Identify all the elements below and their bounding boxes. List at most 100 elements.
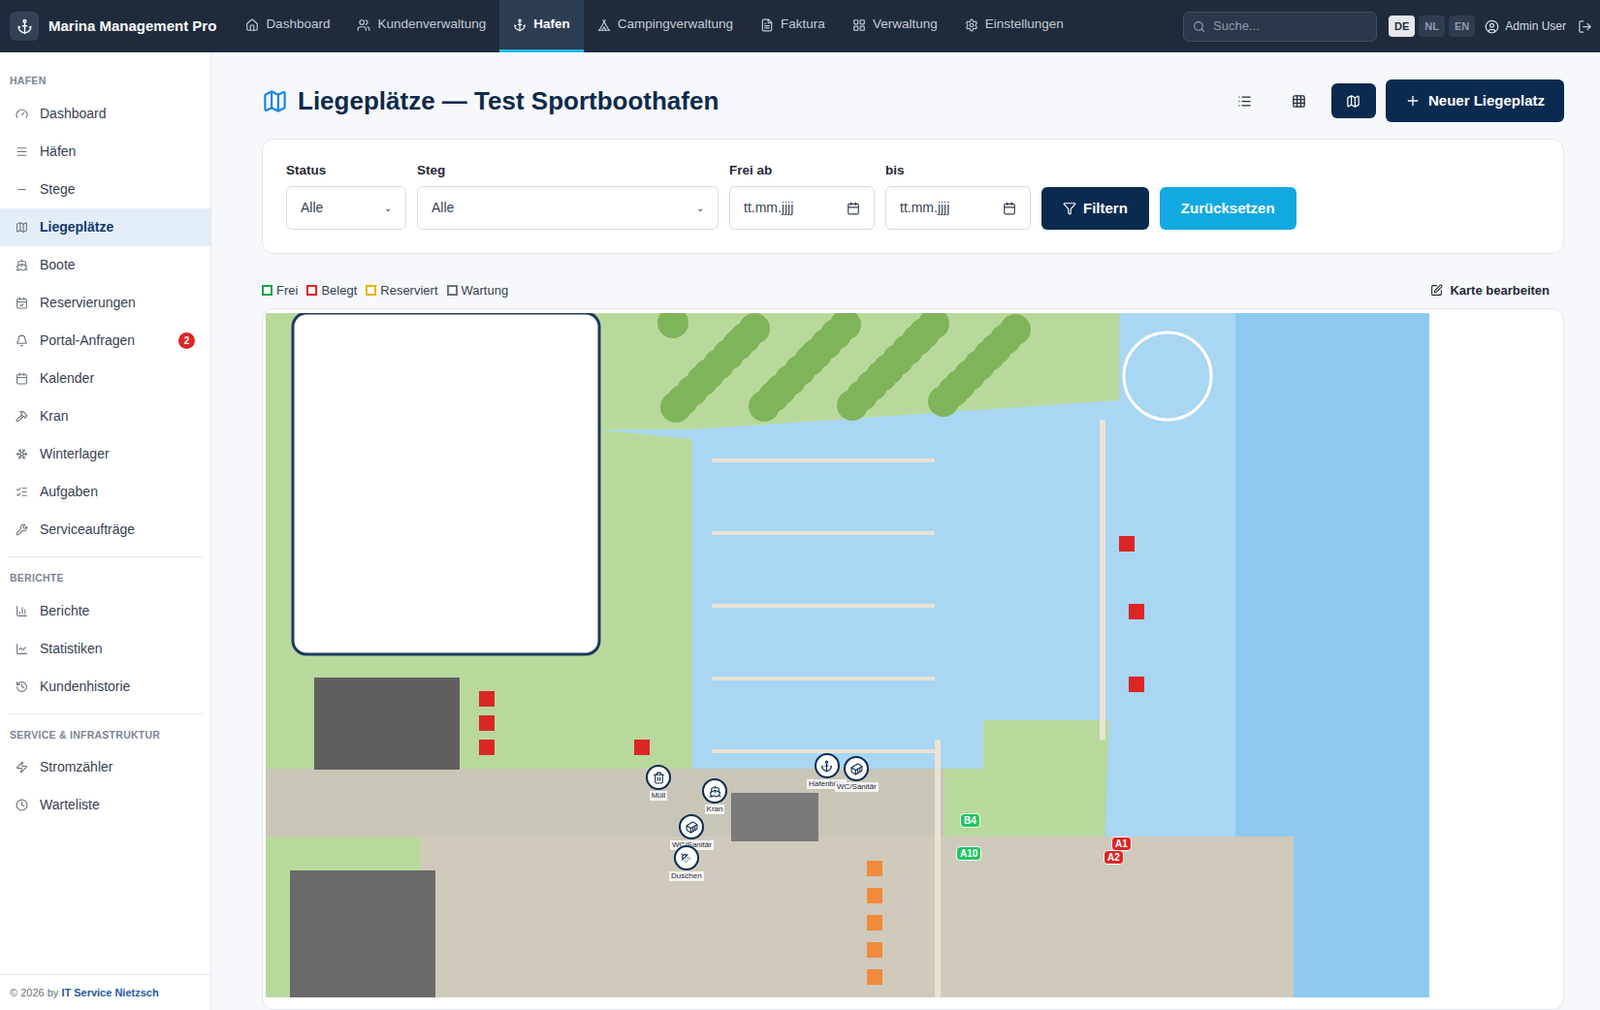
filter-field: Frei abtt.mm.jjjj [729,160,875,230]
language-switch: DENLEN [1388,15,1475,38]
harbor-map-image [265,313,1430,998]
date-input[interactable]: tt.mm.jjjj [729,186,875,230]
chevron-icon: ⌄ [384,200,392,216]
nav-item[interactable]: Hafen [499,0,584,53]
berth-marker[interactable]: A2 [1103,850,1124,865]
legend-swatch [447,285,458,296]
select-input[interactable]: Alle⌄ [416,186,719,230]
legend-item: Frei [261,281,298,301]
filter-field: StatusAlle⌄ [286,160,407,230]
sidebar-item[interactable]: Dashboard [0,95,211,133]
nav-icon [356,18,371,32]
sidebar-item[interactable]: Warteliste [0,786,211,825]
berth-marker[interactable]: B4 [960,813,981,829]
sidebar-item-icon [15,605,29,618]
chevron-icon: ⌄ [696,200,704,216]
wc-icon [685,821,699,834]
sidebar-item[interactable]: Serviceaufträge [0,511,211,549]
logout-icon[interactable] [1577,19,1593,34]
nav-icon [760,18,774,32]
nav-item[interactable]: Dashboard [231,0,344,53]
nav-item[interactable]: Kundenverwaltung [343,0,500,53]
nav-item[interactable]: Verwaltung [838,0,952,53]
reset-button[interactable]: Zurücksetzen [1159,187,1297,230]
sidebar-item[interactable]: Berichte [0,592,211,631]
sidebar-item-icon [15,642,29,656]
list-view-icon [1237,94,1252,109]
main-nav: DashboardKundenverwaltungHafenCampingver… [231,0,1077,53]
map-view-icon [1345,94,1361,109]
nav-icon [964,18,979,32]
sidebar-item-icon [15,680,29,694]
sidebar-item[interactable]: Häfen [0,132,211,171]
sidebar-item-icon [15,145,29,159]
legend-row: FreiBelegtReserviertWartungKarte bearbei… [261,279,1565,301]
edit-map-button[interactable]: Karte bearbeiten [1430,281,1550,301]
sidebar-item-icon [15,523,29,537]
sidebar-item[interactable]: Statistiken [0,630,211,669]
language-button[interactable]: NL [1418,15,1445,38]
language-button[interactable]: DE [1388,15,1415,38]
shower-icon [679,852,693,865]
sidebar-item[interactable]: Kran [0,397,211,436]
facility-pin[interactable]: Duschen [669,845,704,882]
top-navbar: Marina Management Pro DashboardKundenverw… [0,0,1600,53]
sidebar-item[interactable]: Boote [0,246,211,285]
select-input[interactable]: Alle⌄ [286,186,407,230]
sidebar-item[interactable]: Winterlager [0,435,211,474]
sidebar-item-icon [15,334,29,348]
brand-anchor-icon [9,11,39,41]
sidebar-item[interactable]: Kalender [0,359,211,398]
sidebar-item-icon [15,799,29,812]
brand[interactable]: Marina Management Pro [9,11,217,41]
footer-link[interactable]: IT Service Nietzsch [61,987,159,999]
berth-marker[interactable]: A1 [1111,836,1132,852]
view-mode-button[interactable] [1277,83,1322,119]
calendar-icon [1002,201,1017,216]
date-input[interactable]: tt.mm.jjjj [885,186,1031,230]
sidebar-item-icon [15,107,29,121]
language-button[interactable]: EN [1448,15,1475,38]
sidebar-item-icon [15,372,29,385]
view-mode-button[interactable] [1331,83,1376,119]
facility-pin[interactable]: WC/Sanitär [670,814,714,851]
user-menu[interactable]: Admin User [1484,17,1567,35]
harbor-map[interactable]: MüllKranWC/SanitärDuschenHafenbüroWC/San… [265,313,1430,998]
facility-pin[interactable]: WC/Sanitär [834,756,879,793]
crane-icon [708,785,722,799]
new-berth-button[interactable]: Neuer Liegeplatz [1385,79,1565,123]
sidebar-item[interactable]: Stege [0,170,211,209]
facility-pin[interactable]: Kran [702,778,728,815]
sidebar-item-icon [15,183,29,196]
filter-button[interactable]: Filtern [1041,187,1150,230]
main-content: Liegeplätze — Test SportboothafenNeuer L… [211,52,1600,1010]
nav-item[interactable]: Campingverwaltung [583,0,747,53]
nav-item[interactable]: Faktura [746,0,839,53]
legend-swatch [365,285,377,296]
sidebar-item[interactable]: Stromzähler [0,748,211,787]
nav-item[interactable]: Einstellungen [951,0,1078,53]
search-field[interactable]: Suche... [1183,11,1377,42]
sidebar-item[interactable]: Reservierungen [0,284,211,322]
filter-field: StegAlle⌄ [416,160,719,230]
map-card: MüllKranWC/SanitärDuschenHafenbüroWC/San… [261,308,1565,1010]
sidebar-item[interactable]: Liegeplätze [0,208,211,247]
search-icon [1192,20,1206,33]
sidebar-item[interactable]: Aufgaben [0,473,211,512]
sidebar-item-icon [15,258,29,272]
nav-icon [512,18,527,32]
legend-swatch [261,285,273,296]
edit-icon [1430,284,1443,297]
nav-icon [597,18,611,32]
legend-item: Belegt [306,281,357,301]
legend-item: Reserviert [365,281,438,301]
sidebar-item-icon [15,221,29,234]
wc-icon [850,763,864,776]
facility-pin[interactable]: Müll [645,765,672,801]
view-mode-button[interactable] [1222,83,1268,119]
berth-marker[interactable]: A10 [956,846,982,862]
office-icon [820,760,833,773]
filter-card: StatusAlle⌄StegAlle⌄Frei abtt.mm.jjjjbis… [261,138,1565,255]
sidebar-item[interactable]: Kundenhistorie [0,668,211,706]
sidebar-item[interactable]: Portal-Anfragen2 [0,321,211,360]
